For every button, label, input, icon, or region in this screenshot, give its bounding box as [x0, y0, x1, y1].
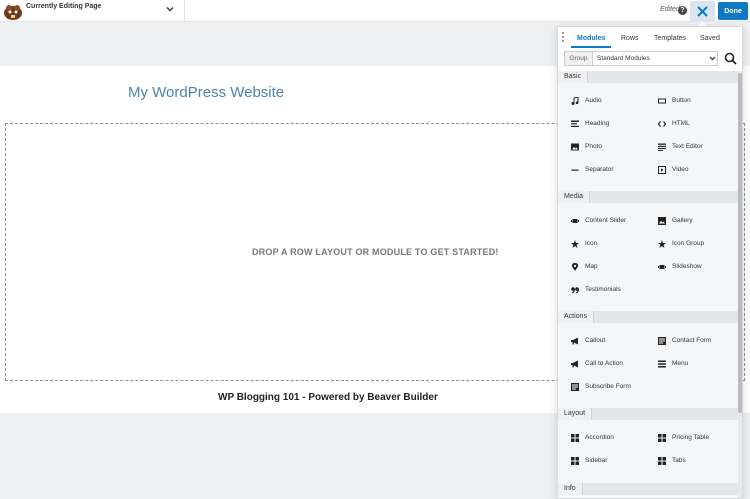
separator-icon [571, 169, 579, 171]
grid-icon [571, 457, 579, 465]
module-label: Callout [585, 337, 606, 344]
star-icon [658, 240, 666, 248]
menu-icon [658, 360, 666, 368]
beaver-logo-icon[interactable] [2, 1, 24, 21]
form-icon [658, 337, 666, 345]
chevron-down-icon[interactable] [164, 3, 176, 15]
module-label: Slideshow [672, 263, 702, 270]
module-label: Call to Action [585, 360, 623, 367]
module-label: Testimonials [585, 286, 621, 293]
module-list: Basic Audio Button Heading HTML Photo Te… [558, 71, 742, 498]
video-icon [658, 166, 666, 174]
tab-modules[interactable]: Modules [577, 35, 605, 42]
megaphone-icon [571, 337, 578, 345]
module-label: Gallery [672, 217, 693, 224]
section-layout: Layout [558, 408, 738, 420]
active-tab-indicator [571, 46, 611, 48]
star-icon [571, 240, 579, 248]
module-label: Sidebar [585, 457, 608, 464]
module-label: Heading [585, 120, 610, 127]
module-label: Text Editor [672, 143, 703, 150]
slideshow-icon [658, 265, 666, 269]
section-title: Layout [558, 408, 593, 420]
footer-credit[interactable]: WP Blogging 101 - Powered by Beaver Buil… [218, 392, 438, 403]
slider-icon [571, 219, 579, 223]
content-panel: Modules Rows Templates Saved Group Stand… [557, 26, 743, 499]
module-label: Icon Group [672, 240, 705, 247]
module-label: Content Slider [585, 217, 627, 224]
divider [184, 0, 185, 22]
edited-status: Edited [660, 6, 680, 13]
module-label: Photo [585, 143, 602, 150]
section-title: Media [558, 191, 591, 203]
map-pin-icon [572, 263, 578, 271]
section-basic: Basic [558, 71, 738, 83]
grid-icon [658, 434, 666, 442]
grid-icon [571, 434, 579, 442]
music-note-icon [571, 97, 579, 105]
quote-icon [571, 287, 579, 294]
group-select-value: Standard Modules [597, 55, 650, 62]
module-label: Map [585, 263, 598, 270]
module-label: Button [672, 97, 691, 104]
grid-icon [658, 457, 666, 465]
chevron-down-icon [709, 56, 716, 61]
tab-rows[interactable]: Rows [621, 35, 639, 42]
close-icon [697, 6, 708, 17]
section-title: Basic [558, 71, 589, 83]
group-select[interactable]: Group Standard Modules [564, 51, 718, 66]
module-label: Contact Form [672, 337, 712, 344]
module-label: Icon [585, 240, 598, 247]
module-label: Tabs [672, 457, 686, 464]
panel-tabs: Modules Rows Templates Saved [558, 27, 742, 49]
done-button[interactable]: Done [718, 2, 748, 20]
module-label: Subscribe Form [585, 383, 631, 390]
section-info: Info [558, 483, 738, 495]
section-media: Media [558, 191, 738, 203]
drop-zone-message: DROP A ROW LAYOUT OR MODULE TO GET START… [252, 247, 499, 257]
gallery-icon [658, 217, 666, 225]
photo-icon [571, 143, 579, 151]
code-icon [658, 121, 666, 127]
scrollbar-thumb[interactable] [738, 73, 742, 413]
tab-saved[interactable]: Saved [700, 35, 720, 42]
section-title: Actions [558, 311, 594, 323]
megaphone-icon [571, 360, 578, 368]
group-select-label: Group [565, 52, 593, 65]
site-title[interactable]: My WordPress Website [128, 84, 284, 101]
heading-icon [571, 120, 579, 127]
module-label: HTML [672, 120, 690, 127]
module-label: Audio [585, 97, 602, 104]
module-label: Accordion [585, 434, 614, 441]
section-title: Info [558, 483, 583, 495]
top-bar: Currently Editing Page Edited ? Done [0, 0, 750, 22]
close-panel-button[interactable] [690, 1, 715, 21]
module-label: Video [672, 166, 689, 173]
text-editor-icon [658, 143, 666, 151]
button-icon [658, 98, 666, 104]
currently-editing-label: Currently Editing Page [26, 3, 102, 10]
module-label: Pricing Table [672, 434, 710, 441]
help-icon[interactable]: ? [678, 6, 687, 15]
form-icon [571, 383, 579, 391]
tab-templates[interactable]: Templates [654, 35, 686, 42]
search-icon[interactable] [724, 52, 737, 65]
module-label: Separator [585, 166, 614, 173]
module-label: Menu [672, 360, 689, 367]
section-actions: Actions [558, 311, 738, 323]
